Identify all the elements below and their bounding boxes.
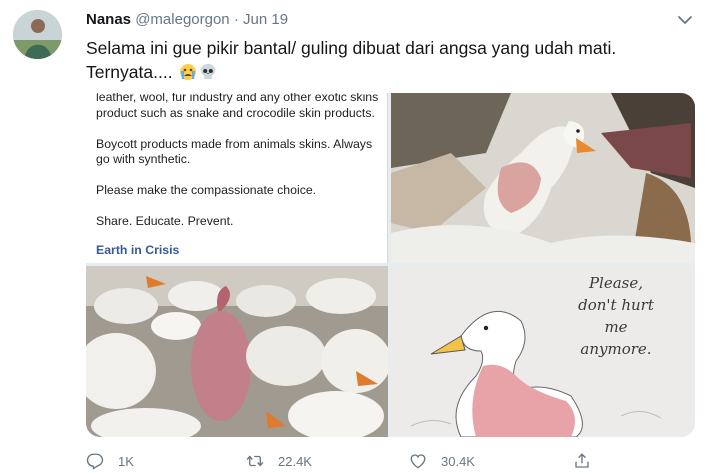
- post-line: Please make the compassionate choice.: [96, 183, 317, 197]
- heart-icon: [410, 454, 426, 469]
- reply-button[interactable]: 1K: [86, 452, 134, 470]
- reply-icon: [86, 453, 104, 470]
- like-button[interactable]: 30.4K: [409, 452, 475, 470]
- illustration-line: me: [604, 318, 628, 336]
- illustration-line: don't hurt: [578, 296, 654, 314]
- divider: [387, 93, 388, 263]
- illustration-line: anymore.: [580, 340, 652, 358]
- share-button[interactable]: [573, 452, 605, 470]
- media-image-plucking-goose[interactable]: [391, 93, 695, 263]
- crying-face-emoji: [179, 63, 197, 81]
- tweet-text: Selama ini gue pikir bantal/ guling dibu…: [86, 36, 686, 84]
- tweet-date[interactable]: Jun 19: [243, 11, 288, 28]
- author-handle[interactable]: @malegorgon: [135, 11, 229, 28]
- post-link: Earth in Crisis: [96, 243, 180, 257]
- like-count: 30.4K: [441, 453, 475, 469]
- share-icon: [575, 453, 589, 468]
- chevron-down-icon[interactable]: [676, 12, 694, 28]
- retweet-count: 22.4K: [278, 453, 312, 469]
- tweet-header: Nanas @malegorgon · Jun 19: [86, 10, 288, 30]
- media-image-plucked-geese[interactable]: [86, 266, 388, 437]
- post-line: leather, wool, fur industry and any othe…: [96, 93, 379, 120]
- header-separator: ·: [233, 11, 239, 28]
- tweet[interactable]: Nanas @malegorgon · Jun 19 Selama ini gu…: [0, 0, 713, 473]
- illustration-line: Please,: [588, 274, 644, 292]
- illustration-text: Please, don't hurt me anymore.: [551, 272, 681, 360]
- media-image-illustration[interactable]: Please, don't hurt me anymore.: [391, 266, 695, 437]
- post-line: Share. Educate. Prevent.: [96, 214, 234, 228]
- post-screenshot-text: leather, wool, fur industry and any othe…: [96, 93, 382, 257]
- tweet-body: Selama ini gue pikir bantal/ guling dibu…: [86, 38, 617, 82]
- skull-emoji: [199, 63, 217, 81]
- author-name[interactable]: Nanas: [86, 11, 131, 28]
- retweet-button[interactable]: 22.4K: [246, 452, 312, 470]
- avatar[interactable]: [13, 10, 62, 59]
- media-image-post-screenshot[interactable]: leather, wool, fur industry and any othe…: [86, 93, 388, 263]
- post-line: Boycott products made from animals skins…: [96, 136, 373, 167]
- retweet-icon: [246, 455, 264, 467]
- media-grid: leather, wool, fur industry and any othe…: [86, 93, 695, 437]
- reply-count: 1K: [118, 453, 134, 469]
- tweet-actions: 1K 22.4K 30.4K: [86, 452, 606, 470]
